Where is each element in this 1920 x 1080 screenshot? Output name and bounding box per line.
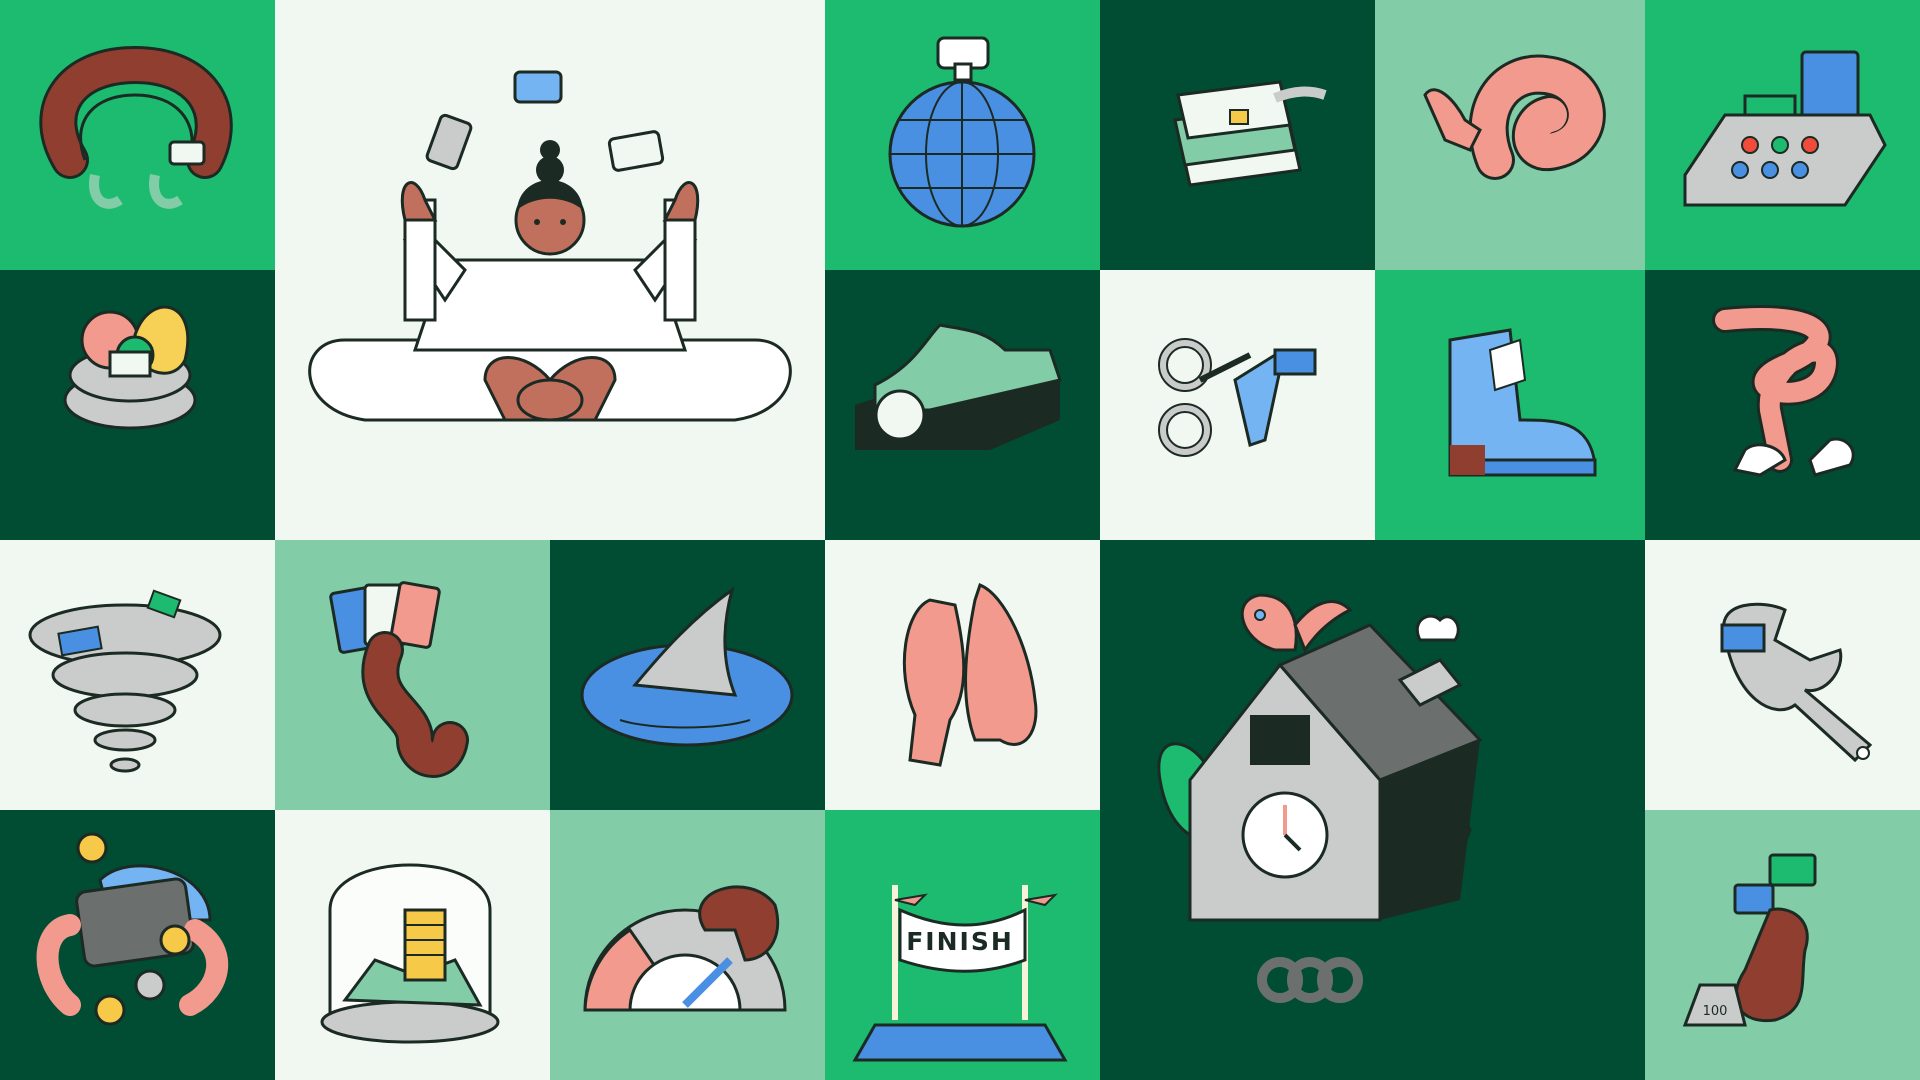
tile-speedometer — [550, 810, 825, 1080]
finish-line-icon: FINISH — [852, 885, 1068, 1062]
speedometer-hand-icon — [583, 885, 787, 1012]
tile-tornado — [0, 540, 275, 810]
mattress-icon — [855, 323, 1062, 450]
tile-globe-disco-ball — [825, 0, 1100, 270]
money-glass-dome-icon — [320, 863, 500, 1044]
tile-wrench-card — [1645, 540, 1920, 810]
tile-cuckoo-clock — [1100, 540, 1645, 1080]
card-sandwich-icon — [1173, 80, 1327, 187]
scissors-receipt-icon — [1158, 338, 1317, 457]
fruit-bowl-icon — [63, 305, 197, 430]
high-five-icon — [902, 583, 1038, 767]
finish-banner-text: FINISH — [906, 927, 1014, 956]
hands-bracelet-icon — [39, 45, 233, 209]
tile-fruit-bowl — [0, 270, 275, 540]
tile-blue-boot — [1375, 270, 1645, 540]
tile-wallet-coins — [0, 810, 275, 1080]
tile-card-sandwich — [1100, 0, 1375, 270]
tile-knot-legs — [1645, 270, 1920, 540]
tile-money-dome — [275, 810, 550, 1080]
tile-strong-arm: 100 — [1645, 810, 1920, 1080]
tile-hands-bracelet — [0, 0, 275, 270]
card-machine-icon — [1683, 50, 1887, 207]
knot-legs-icon — [1712, 305, 1855, 477]
globe-icon — [888, 36, 1036, 228]
tile-finish-line: FINISH — [825, 810, 1100, 1080]
tile-green-mattress — [825, 270, 1100, 540]
boot-icon — [1448, 328, 1597, 477]
tile-arm-cards — [275, 540, 550, 810]
cuckoo-clock-house-icon — [1157, 593, 1483, 1003]
tile-card-machine — [1645, 0, 1920, 270]
arm-holding-cards-icon — [329, 581, 469, 778]
shark-fin-icon — [580, 586, 794, 747]
pink-knot-hand-icon — [1423, 54, 1606, 180]
wallet-coins-icon — [36, 832, 229, 1026]
tile-shark-fin — [550, 540, 825, 810]
wrench-card-icon — [1720, 602, 1873, 763]
strong-arm-weight-icon: 100 — [1682, 853, 1817, 1027]
tornado-icon — [28, 589, 222, 773]
tile-high-five — [825, 540, 1100, 810]
illustration-collage: FINISH 100 — [0, 0, 1920, 1080]
tile-meditating-person — [275, 0, 825, 540]
tile-pink-knot-hand — [1375, 0, 1645, 270]
weight-label: 100 — [1703, 1004, 1728, 1019]
meditating-person-juggling-cards-icon — [308, 70, 792, 422]
tile-scissors-receipt — [1100, 270, 1375, 540]
